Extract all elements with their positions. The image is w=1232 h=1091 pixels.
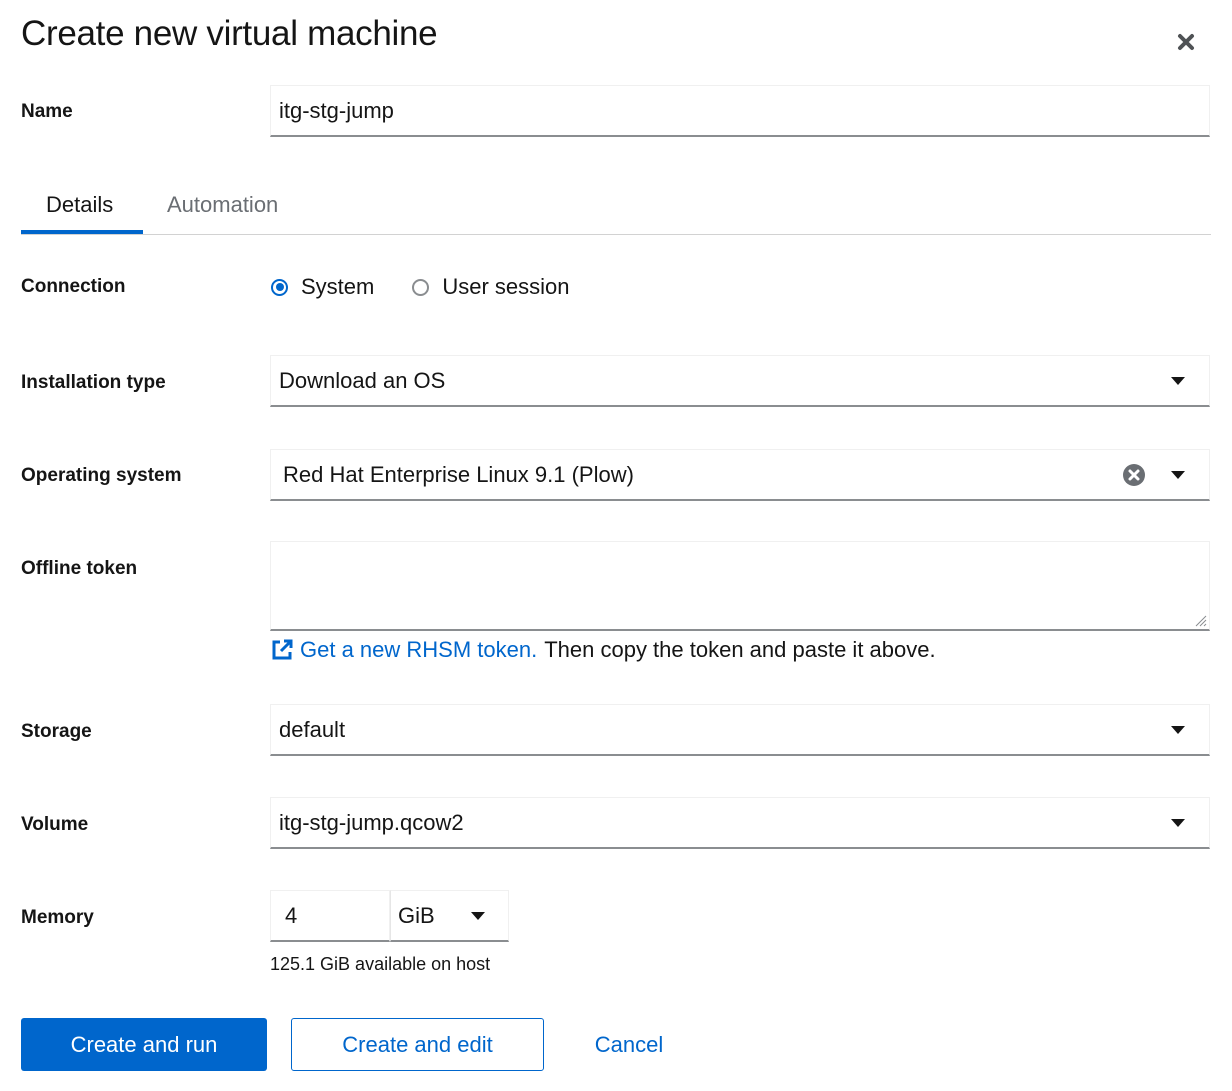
tab-automation[interactable]: Automation [167,192,278,218]
name-input[interactable]: itg-stg-jump [270,85,1210,137]
operating-system-label: Operating system [21,465,182,486]
radio-checked-icon [271,278,288,296]
memory-row: 4 GiB [270,890,509,942]
tab-bar: Details Automation [21,180,1211,235]
radio-system-label: System [301,274,375,299]
operating-system-value: Red Hat Enterprise Linux 9.1 (Plow) [283,461,634,487]
radio-unchecked-icon [412,278,430,296]
cancel-button[interactable]: Cancel [570,1018,688,1071]
caret-down-icon [1171,818,1185,827]
caret-down-icon [1171,470,1185,479]
memory-unit-value: GiB [398,902,435,928]
storage-select[interactable]: default [270,704,1210,756]
clear-button[interactable] [1123,463,1145,486]
dialog-title: Create new virtual machine [21,14,438,53]
close-button[interactable] [1172,28,1200,56]
tab-details[interactable]: Details [46,192,113,218]
installation-type-label: Installation type [21,372,166,393]
close-icon [1178,34,1194,50]
memory-input[interactable]: 4 [270,890,390,942]
radio-user-session[interactable]: User session [412,274,570,300]
storage-label: Storage [21,721,92,742]
caret-down-icon [1171,725,1185,734]
create-and-edit-button[interactable]: Create and edit [291,1018,544,1071]
active-tab-indicator [21,230,143,234]
name-label: Name [21,101,73,122]
clear-circle-icon [1123,463,1145,486]
volume-select[interactable]: itg-stg-jump.qcow2 [270,797,1210,849]
offline-token-textarea[interactable] [270,541,1210,631]
storage-value: default [279,716,346,742]
installation-type-value: Download an OS [279,367,446,393]
helper-text: Then copy the token and paste it above. [544,637,936,662]
resize-handle-icon[interactable] [1193,613,1207,627]
radio-system[interactable]: System [271,274,374,300]
operating-system-select[interactable]: Red Hat Enterprise Linux 9.1 (Plow) [270,449,1210,501]
memory-label: Memory [21,907,94,928]
rhsm-token-link[interactable]: Get a new RHSM token. [300,637,537,663]
volume-label: Volume [21,814,89,835]
memory-available-helper: 125.1 GiB available on host [270,954,491,974]
create-and-run-button[interactable]: Create and run [21,1018,267,1071]
memory-value: 4 [285,902,298,928]
caret-down-icon [1171,376,1185,385]
offline-token-helper: Get a new RHSM token. Then copy the toke… [270,637,936,663]
connection-label: Connection [21,276,126,297]
volume-value: itg-stg-jump.qcow2 [279,809,464,835]
radio-user-session-label: User session [442,274,570,299]
external-link-icon [272,639,293,660]
offline-token-label: Offline token [21,558,138,579]
installation-type-select[interactable]: Download an OS [270,355,1210,407]
connection-radio-group: System User session [271,274,608,300]
name-value: itg-stg-jump [279,97,394,123]
memory-unit-select[interactable]: GiB [390,890,509,942]
caret-down-icon [471,911,485,920]
